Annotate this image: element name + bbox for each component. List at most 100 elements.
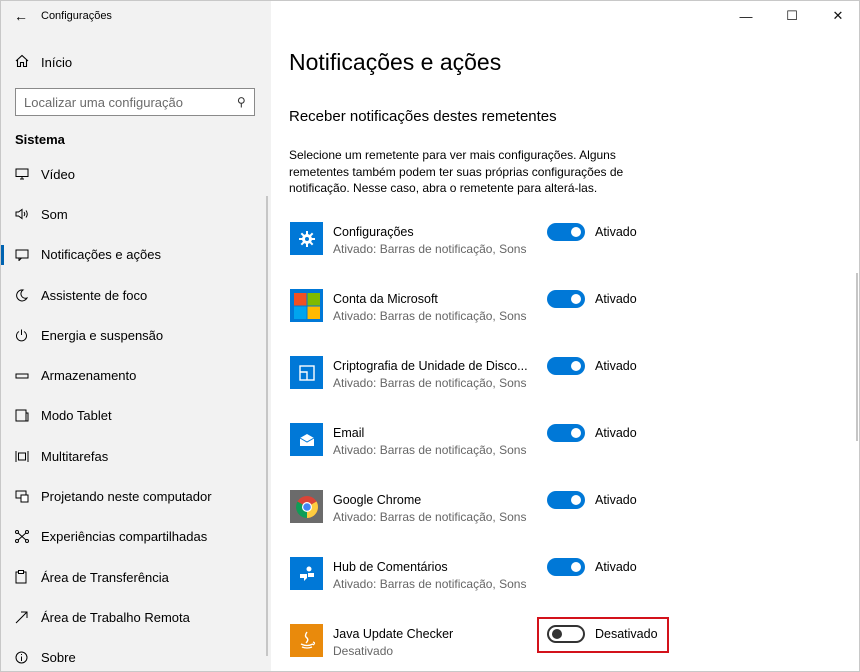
sidebar-item-label: Modo Tablet (41, 408, 112, 424)
project-icon (15, 490, 41, 503)
section-heading: Receber notificações destes remetentes (289, 108, 557, 125)
toggle-label: Ativado (595, 292, 637, 306)
storage-icon (15, 372, 41, 380)
sender-row[interactable]: Configurações Ativado: Barras de notific… (289, 216, 849, 283)
close-button[interactable]: ✕ (815, 1, 859, 31)
sender-name: Conta da Microsoft (333, 292, 438, 306)
monitor-icon (15, 168, 41, 180)
sidebar-item-sound[interactable]: Som (1, 194, 271, 234)
maximize-icon: ☐ (786, 8, 798, 23)
sender-name: Criptografia de Unidade de Disco... (333, 359, 528, 373)
toggle-label: Ativado (595, 225, 637, 239)
maximize-button[interactable]: ☐ (769, 1, 815, 31)
toggle-switch[interactable] (547, 625, 585, 643)
toggle-label: Ativado (595, 493, 637, 507)
share-icon (15, 530, 41, 544)
toggle-switch[interactable] (547, 357, 585, 375)
sender-status: Ativado: Barras de notificação, Sons (333, 577, 527, 591)
toggle-switch[interactable] (547, 424, 585, 442)
sidebar-item-video[interactable]: Vídeo (1, 154, 271, 194)
sidebar-item-label: Assistente de foco (41, 287, 148, 303)
sender-row[interactable]: Email Ativado: Barras de notificação, So… (289, 417, 849, 484)
toggle-switch[interactable] (547, 290, 585, 308)
sender-row[interactable]: Criptografia de Unidade de Disco... Ativ… (289, 350, 849, 417)
settings-gear-icon (290, 222, 323, 255)
sender-status: Ativado: Barras de notificação, Sons (333, 443, 527, 457)
close-icon: ✕ (832, 8, 844, 23)
sidebar-item-about[interactable]: Sobre (1, 638, 271, 671)
java-logo-icon (290, 624, 323, 657)
search-input[interactable] (24, 94, 238, 110)
sender-name: Java Update Checker (333, 627, 454, 641)
sender-name: Google Chrome (333, 493, 422, 507)
sender-row[interactable]: Java Update Checker Desativado Desativad… (289, 617, 849, 671)
sidebar-item-label: Início (41, 54, 73, 70)
toggle-label: Ativado (595, 426, 637, 440)
sender-list: Configurações Ativado: Barras de notific… (289, 216, 849, 671)
toggle-switch[interactable] (547, 558, 585, 576)
sidebar-item-label: Armazenamento (41, 368, 137, 384)
microsoft-logo-icon (290, 289, 323, 322)
sender-status: Ativado: Barras de notificação, Sons (333, 510, 527, 524)
notification-toggle[interactable]: Ativado (547, 290, 637, 308)
search-icon[interactable]: ⚲ (237, 95, 246, 109)
bitlocker-icon (290, 356, 323, 389)
moon-icon (15, 289, 41, 302)
back-button[interactable]: ← (1, 1, 41, 31)
sidebar-item-storage[interactable]: Armazenamento (1, 355, 271, 395)
sender-name: Email (333, 426, 365, 440)
sidebar-item-power[interactable]: Energia e suspensão (1, 315, 271, 355)
sidebar-item-home[interactable]: Início (1, 45, 271, 79)
sidebar-item-clipboard[interactable]: Área de Transferência (1, 557, 271, 597)
back-arrow-icon: ← (14, 8, 28, 24)
notification-toggle[interactable]: Ativado (547, 558, 637, 576)
sidebar-item-multitasking[interactable]: Multitarefas (1, 436, 271, 476)
sender-status: Ativado: Barras de notificação, Sons (333, 309, 527, 323)
sender-status: Desativado (333, 644, 394, 658)
sidebar-item-notifications[interactable]: Notificações e ações (1, 235, 271, 275)
chrome-logo-icon (290, 490, 323, 523)
toggle-switch[interactable] (547, 223, 585, 241)
toggle-label: Ativado (595, 560, 637, 574)
notification-toggle[interactable]: Ativado (547, 223, 637, 241)
sender-name: Configurações (333, 225, 414, 239)
sidebar-item-shared-experiences[interactable]: Experiências compartilhadas (1, 517, 271, 557)
section-title: Sistema (15, 132, 65, 147)
sender-name: Hub de Comentários (333, 560, 448, 574)
tablet-icon (15, 409, 41, 422)
sidebar-item-focus-assist[interactable]: Assistente de foco (1, 275, 271, 315)
sidebar-scrollbar[interactable] (266, 196, 268, 656)
notification-toggle[interactable]: Desativado (547, 625, 658, 643)
remote-icon (15, 611, 41, 624)
page-title: Notificações e ações (289, 49, 502, 75)
sidebar-item-label: Energia e suspensão (41, 327, 164, 343)
sidebar-item-label: Som (41, 206, 68, 222)
sender-status: Ativado: Barras de notificação, Sons (333, 242, 527, 256)
info-icon (15, 651, 41, 664)
sidebar: ← Configurações Início ⚲ Sistema Vídeo S… (1, 1, 271, 671)
toggle-switch[interactable] (547, 491, 585, 509)
settings-window: ← Configurações Início ⚲ Sistema Vídeo S… (0, 0, 860, 672)
title-bar: ← Configurações (1, 1, 271, 31)
notification-toggle[interactable]: Ativado (547, 424, 637, 442)
main-content: — ☐ ✕ Notificações e ações Receber notif… (271, 1, 859, 671)
main-scrollbar[interactable] (856, 273, 858, 441)
notification-toggle[interactable]: Ativado (547, 357, 637, 375)
sidebar-item-label: Área de Transferência (41, 569, 169, 585)
window-controls: — ☐ ✕ (723, 1, 859, 31)
sender-row[interactable]: Google Chrome Ativado: Barras de notific… (289, 484, 849, 551)
power-icon (15, 329, 41, 342)
sidebar-item-label: Sobre (41, 650, 76, 666)
minimize-button[interactable]: — (723, 1, 769, 31)
minimize-icon: — (739, 8, 753, 24)
search-box[interactable]: ⚲ (15, 88, 255, 116)
notification-toggle[interactable]: Ativado (547, 491, 637, 509)
sidebar-item-tablet-mode[interactable]: Modo Tablet (1, 396, 271, 436)
sender-row[interactable]: Conta da Microsoft Ativado: Barras de no… (289, 283, 849, 350)
sender-row[interactable]: Hub de Comentários Ativado: Barras de no… (289, 551, 849, 618)
sidebar-item-projecting[interactable]: Projetando neste computador (1, 476, 271, 516)
sidebar-item-remote-desktop[interactable]: Área de Trabalho Remota (1, 597, 271, 637)
description-text: Selecione um remetente para ver mais con… (289, 148, 624, 195)
sidebar-nav: Vídeo Som Notificações e ações Assistent… (1, 154, 271, 671)
clipboard-icon (15, 570, 41, 584)
